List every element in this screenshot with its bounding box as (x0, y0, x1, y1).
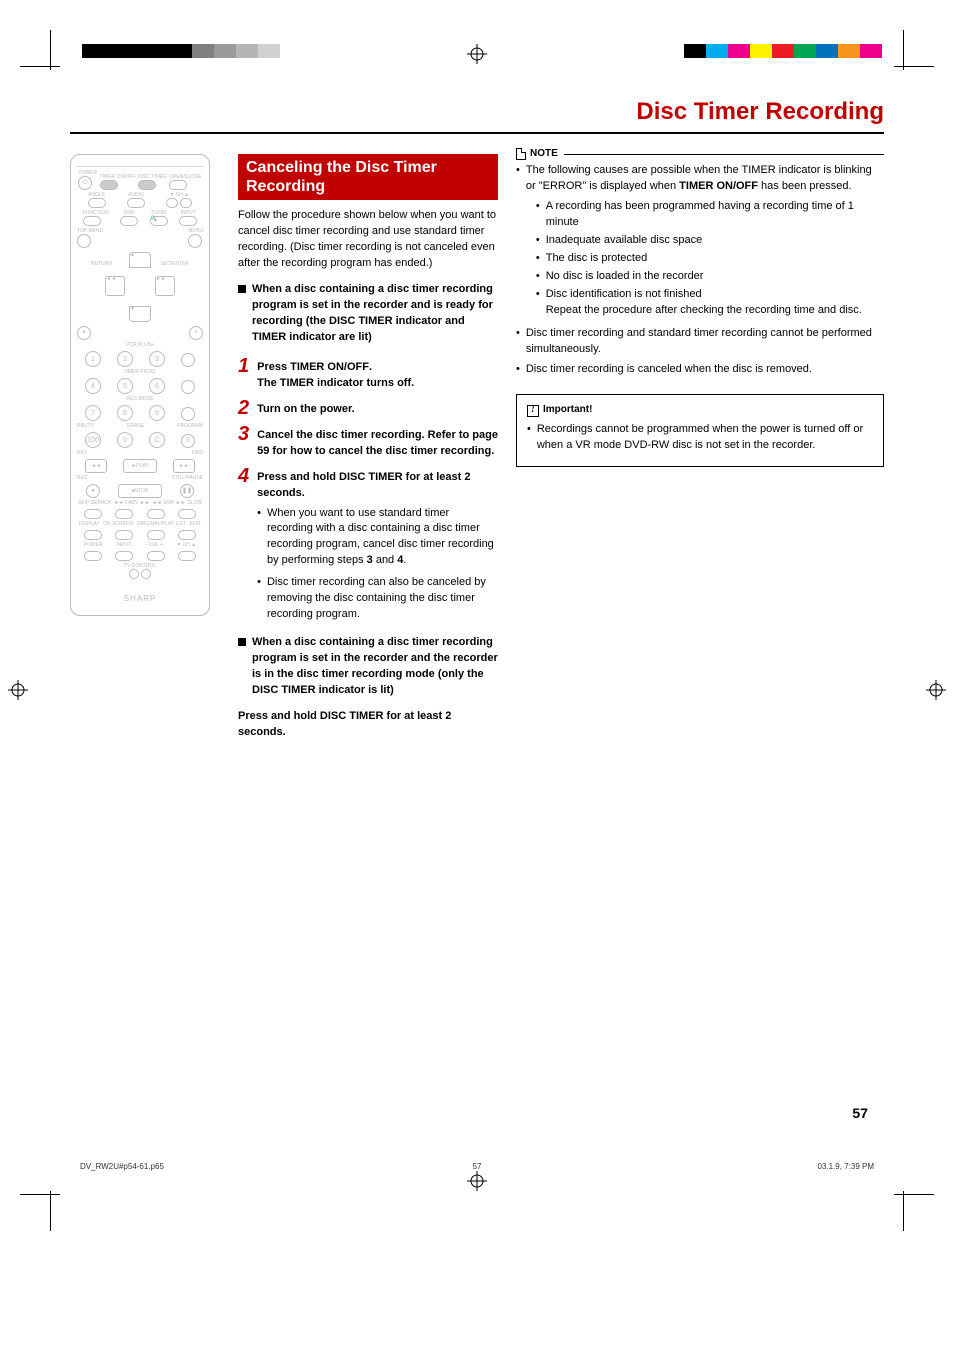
dpad-up-icon: ▲ (129, 252, 151, 268)
step4-sub1: When you want to use standard timer reco… (257, 506, 498, 570)
note-extra1: Disc timer recording and standard timer … (516, 326, 884, 358)
registration-mark-right (926, 680, 946, 700)
step-1: 1 Press TIMER ON/OFF. The TIMER indicato… (238, 356, 498, 392)
step-4: 4 Press and hold DISC TIMER for at least… (238, 466, 498, 629)
important-text: Recordings cannot be programmed when the… (527, 422, 873, 454)
note-label: NOTE (516, 147, 564, 162)
page-number: 57 (852, 1105, 874, 1121)
final-instruction: Press and hold DISC TIMER for at least 2… (238, 709, 498, 741)
dpad-down-icon: ▼ (129, 306, 151, 322)
remote-illustration-column: POWER⏻ TIMER ON/OFF DISC TIMER OPEN/CLOS… (70, 154, 220, 741)
page-title: Disc Timer Recording (70, 98, 884, 126)
step-2: 2 Turn on the power. (238, 398, 498, 418)
registration-mark-top (467, 44, 487, 64)
condition-1: When a disc containing a disc timer reco… (238, 282, 498, 346)
bullet-square-icon (238, 638, 246, 646)
fwd-icon: ►► (173, 459, 195, 473)
side-notes-column: NOTE The following causes are possible w… (516, 154, 884, 741)
vcr-plus-icon: ✦ (77, 326, 91, 340)
color-bars-left (82, 44, 280, 58)
registration-mark-bottom (467, 1171, 487, 1191)
rec-icon: ● (86, 484, 100, 498)
page-header: Disc Timer Recording (70, 70, 884, 134)
bullet-square-icon (238, 285, 246, 293)
registration-mark-left (8, 680, 28, 700)
condition-2: When a disc containing a disc timer reco… (238, 635, 498, 699)
section-heading: Canceling the Disc Timer Recording (238, 154, 498, 200)
magnify-icon: 🔍 (150, 216, 168, 226)
note-icon (516, 148, 526, 160)
color-bars-right (684, 44, 882, 58)
remote-power-icon: ⏻ (78, 176, 92, 190)
bottom-crop-marks (0, 1161, 954, 1231)
note-extra2: Disc timer recording is canceled when th… (516, 362, 884, 378)
dpad-right-icon: ►► (155, 276, 175, 296)
play-icon: ►PLAY (123, 459, 157, 473)
step4-sub2: Disc timer recording can also be cancele… (257, 575, 498, 623)
remote-control-illustration: POWER⏻ TIMER ON/OFF DISC TIMER OPEN/CLOS… (70, 154, 210, 616)
top-crop-marks (0, 0, 954, 70)
important-label: ! Important! (527, 403, 873, 418)
exclamation-icon: ! (527, 405, 539, 417)
important-box: ! Important! Recordings cannot be progra… (516, 394, 884, 466)
sharp-logo: SHARP (77, 595, 203, 603)
dpad-left-icon: ◄◄ (105, 276, 125, 296)
stop-icon: ■STOP (118, 484, 162, 498)
note-intro: The following causes are possible when t… (516, 163, 884, 322)
rev-icon: ◄◄ (85, 459, 107, 473)
note-box: NOTE The following causes are possible w… (516, 154, 884, 378)
main-instructions-column: Canceling the Disc Timer Recording Follo… (238, 154, 498, 741)
pause-icon: ❚❚ (180, 484, 194, 498)
intro-text: Follow the procedure shown below when yo… (238, 208, 498, 272)
step-3: 3 Cancel the disc timer recording. Refer… (238, 424, 498, 460)
